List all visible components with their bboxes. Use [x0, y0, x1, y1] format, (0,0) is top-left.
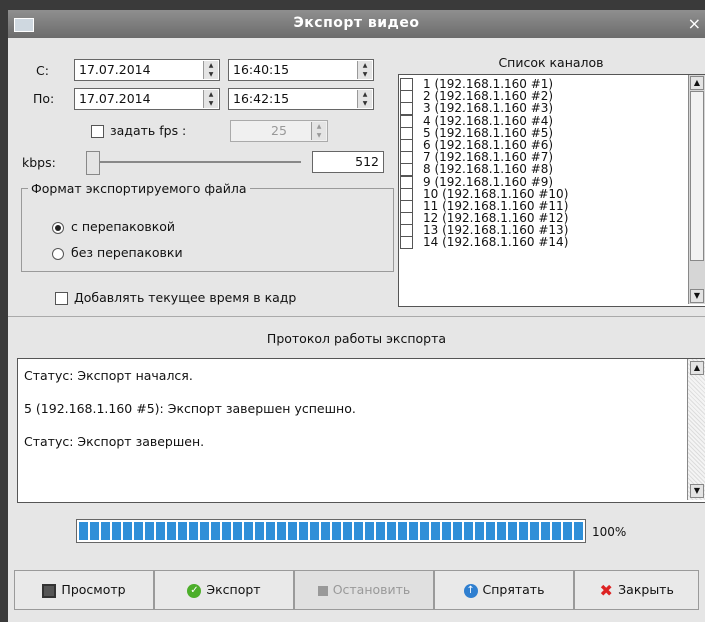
channel-checkbox[interactable]: [400, 175, 413, 189]
close-label: Закрыть: [618, 582, 674, 597]
preview-button[interactable]: Просмотр: [14, 570, 154, 610]
close-button[interactable]: ✖ Закрыть: [574, 570, 699, 610]
log-title: Протокол работы экспорта: [266, 331, 447, 346]
format-option-repack[interactable]: с перепаковкой: [52, 219, 175, 234]
from-date-spinner[interactable]: ▲ ▼: [203, 61, 218, 79]
export-progress-fill: [79, 522, 583, 540]
channel-checkbox[interactable]: [400, 163, 413, 177]
log-box[interactable]: Статус: Экспорт начался. 5 (192.168.1.16…: [17, 358, 705, 503]
fps-checkbox[interactable]: [91, 125, 104, 138]
log-scroll-up-icon[interactable]: ▲: [690, 361, 704, 375]
channels-title: Список каналов: [498, 55, 604, 70]
channel-checkbox[interactable]: [400, 224, 413, 238]
log-line-2: 5 (192.168.1.160 #5): Экспорт завершен у…: [24, 401, 356, 416]
stop-icon: [317, 585, 328, 596]
kbps-slider-handle[interactable]: [86, 151, 100, 175]
format-option-norepack[interactable]: без перепаковки: [52, 245, 183, 260]
preview-label: Просмотр: [61, 582, 126, 597]
format-group-title: Формат экспортируемого файла: [28, 181, 250, 196]
radio-repack[interactable]: [52, 221, 64, 234]
channel-scroll-thumb[interactable]: [690, 91, 704, 261]
add-time-toggle[interactable]: Добавлять текущее время в кадр: [55, 290, 296, 305]
to-date-spinner[interactable]: ▲ ▼: [203, 90, 218, 108]
format-option-repack-label: с перепаковкой: [71, 219, 176, 234]
scroll-down-icon[interactable]: ▼: [690, 289, 704, 303]
channel-scrollbar[interactable]: ▲ ▼: [688, 75, 705, 304]
arrow-up-icon: ↑: [463, 583, 478, 598]
log-line-3: Статус: Экспорт завершен.: [24, 434, 205, 449]
to-time-field[interactable]: 16:42:15 ▲ ▼: [228, 88, 374, 110]
channel-checkbox[interactable]: [400, 114, 413, 128]
progress-label: 100%: [592, 525, 627, 539]
channel-checkbox[interactable]: [400, 151, 413, 165]
fps-field[interactable]: 25 ▲ ▼: [230, 120, 328, 142]
export-dialog: Экспорт видео × С: 17.07.2014 ▲ ▼ 16:40:1…: [8, 10, 705, 622]
hide-button[interactable]: ↑ Спрятать: [434, 570, 574, 610]
kbps-label: kbps:: [22, 155, 56, 170]
channel-list[interactable]: 1 (192.168.1.160 #1) 2 (192.168.1.160 #2)…: [398, 74, 705, 307]
stop-label: Остановить: [332, 582, 411, 597]
kbps-field[interactable]: 512: [312, 151, 384, 173]
checkmark-icon: ✓: [187, 583, 202, 598]
from-time-value: 16:40:15: [233, 62, 290, 77]
channel-item[interactable]: 14 (192.168.1.160 #14): [400, 235, 685, 250]
channel-label: 14 (192.168.1.160 #14): [423, 235, 569, 250]
from-label: С:: [36, 63, 49, 78]
channel-checkbox[interactable]: [400, 138, 413, 152]
fps-spinner[interactable]: ▲ ▼: [311, 122, 326, 140]
to-time-value: 16:42:15: [233, 91, 290, 106]
channel-checkbox[interactable]: [400, 102, 413, 116]
from-time-field[interactable]: 16:40:15 ▲ ▼: [228, 59, 374, 81]
format-option-norepack-label: без перепаковки: [71, 245, 183, 260]
to-date-value: 17.07.2014: [79, 91, 151, 106]
add-time-label: Добавлять текущее время в кадр: [74, 290, 297, 305]
from-time-spinner[interactable]: ▲ ▼: [357, 61, 372, 79]
log-line-1: Статус: Экспорт начался.: [24, 368, 193, 383]
close-x-icon: ✖: [599, 580, 613, 600]
film-icon: [42, 583, 57, 598]
channel-checkbox[interactable]: [400, 187, 413, 201]
fps-value: 25: [271, 123, 287, 138]
channel-checkbox[interactable]: [400, 90, 413, 104]
window-title: Экспорт видео: [293, 15, 420, 31]
to-time-spinner[interactable]: ▲ ▼: [357, 90, 372, 108]
title-bar[interactable]: Экспорт видео ×: [8, 10, 705, 38]
scroll-up-icon[interactable]: ▲: [690, 76, 704, 90]
to-label: По:: [33, 91, 55, 106]
fps-toggle[interactable]: задать fps :: [91, 123, 186, 138]
channel-checkbox[interactable]: [400, 126, 413, 140]
close-icon[interactable]: ×: [688, 14, 701, 33]
log-scroll-down-icon[interactable]: ▼: [690, 484, 704, 498]
divider: [8, 316, 705, 317]
stop-button[interactable]: Остановить: [294, 570, 434, 610]
channel-checkbox[interactable]: [400, 78, 413, 91]
from-date-field[interactable]: 17.07.2014 ▲ ▼: [74, 59, 220, 81]
to-date-field[interactable]: 17.07.2014 ▲ ▼: [74, 88, 220, 110]
export-progress-bar: [76, 519, 586, 543]
export-label: Экспорт: [206, 582, 261, 597]
channel-items: 1 (192.168.1.160 #1) 2 (192.168.1.160 #2)…: [400, 78, 685, 250]
export-button[interactable]: ✓ Экспорт: [154, 570, 294, 610]
hide-label: Спрятать: [482, 582, 545, 597]
kbps-value: 512: [355, 154, 379, 169]
kbps-slider-track[interactable]: [96, 161, 301, 163]
from-date-value: 17.07.2014: [79, 62, 151, 77]
log-scrollbar[interactable]: ▲ ▼: [687, 359, 705, 500]
channel-checkbox[interactable]: [400, 199, 413, 213]
fps-label: задать fps :: [110, 123, 187, 138]
channel-checkbox[interactable]: [400, 212, 413, 226]
channel-checkbox[interactable]: [400, 236, 413, 250]
radio-norepack[interactable]: [52, 247, 64, 260]
add-time-checkbox[interactable]: [55, 292, 68, 305]
